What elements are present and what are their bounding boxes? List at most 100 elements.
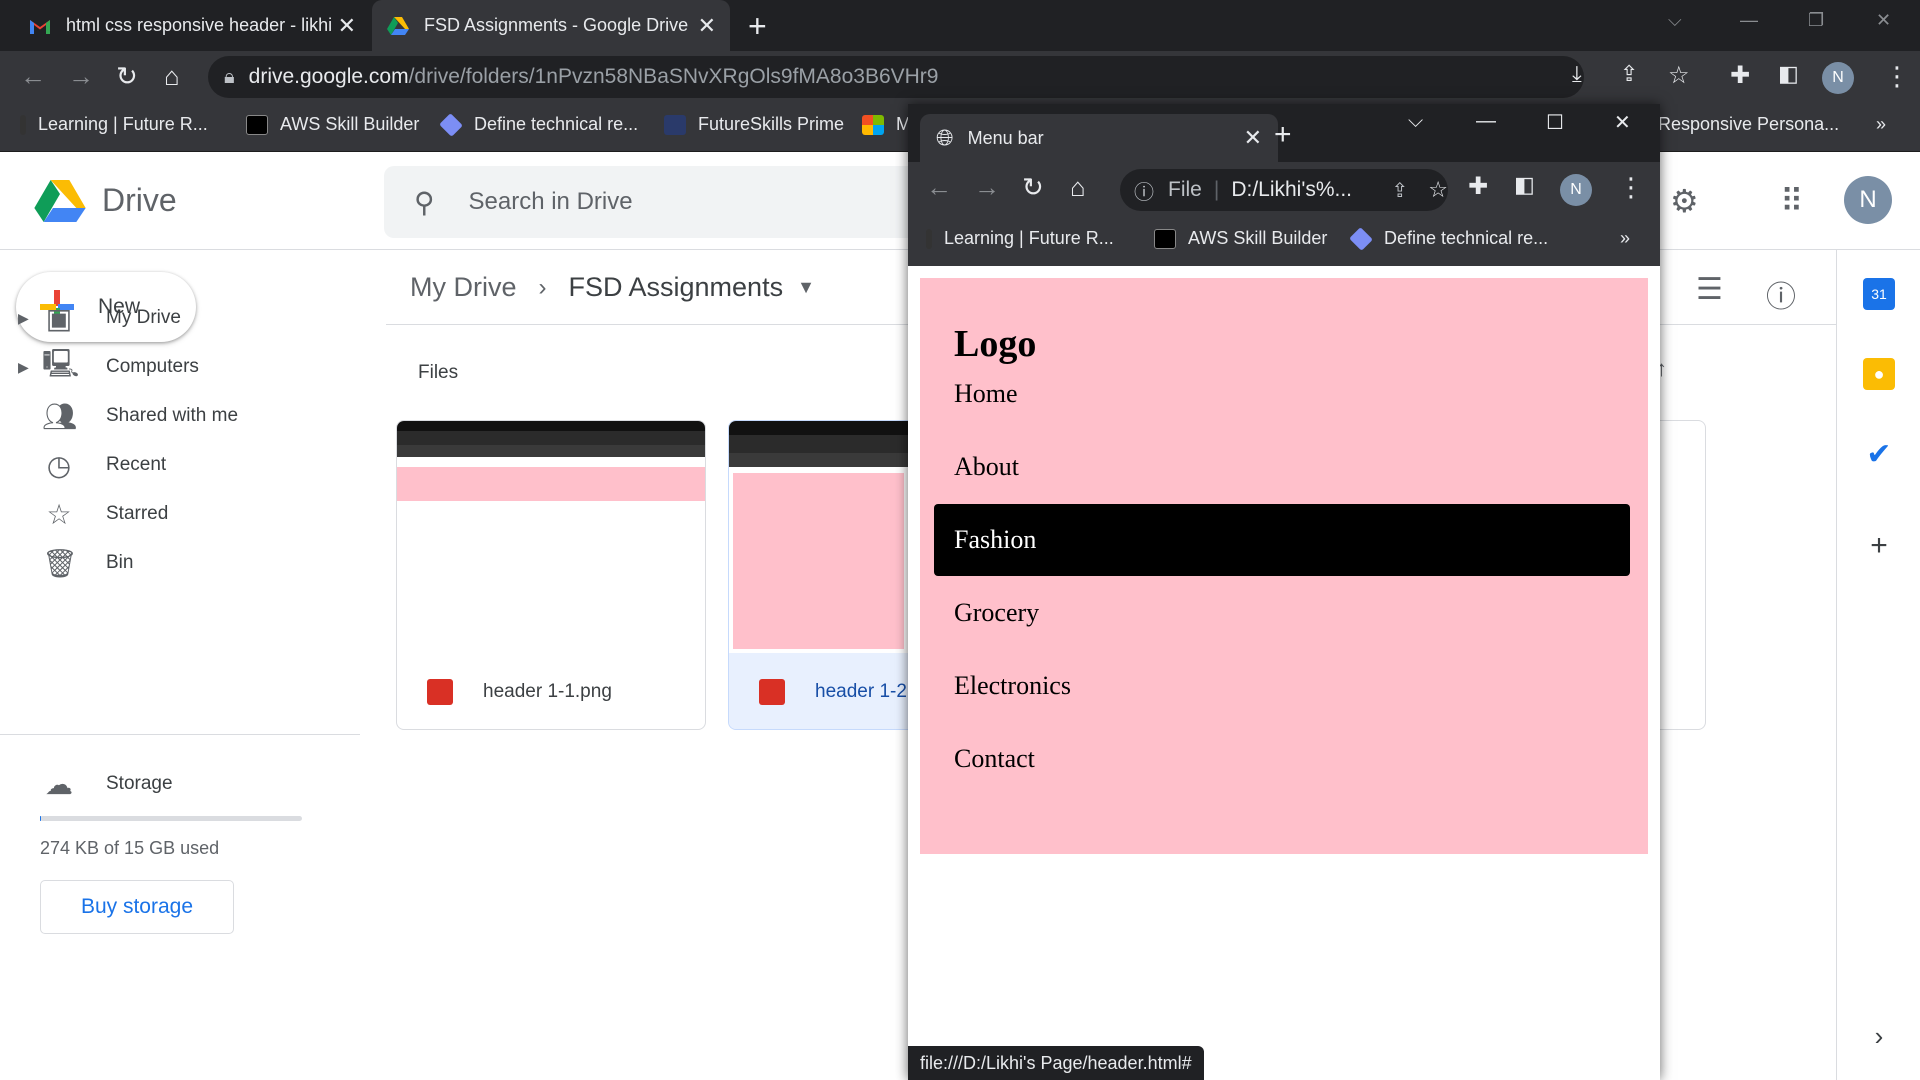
menu-item-home[interactable]: Home — [934, 358, 1630, 430]
bookmark-item[interactable]: AWS Skill Builder — [246, 114, 419, 135]
more-bookmarks-icon[interactable]: » — [1620, 228, 1630, 249]
info-icon: ⓘ — [1134, 181, 1154, 204]
minimize-icon[interactable]: — — [1740, 10, 1758, 31]
account-avatar[interactable]: N — [1844, 176, 1892, 224]
expand-caret-icon[interactable]: ▶ — [18, 359, 29, 376]
profile-avatar[interactable]: N — [1822, 62, 1854, 94]
extensions-icon[interactable]: ✚ — [1730, 61, 1750, 90]
search-icon[interactable]: ⚲ — [414, 186, 435, 219]
install-icon[interactable]: ⤓ — [1572, 61, 1582, 87]
bookmark-item[interactable]: Responsive Persona... — [1658, 114, 1839, 135]
close-window-icon[interactable]: ✕ — [1876, 10, 1891, 31]
bookmark-item[interactable]: Define technical re... — [439, 112, 638, 137]
forward-icon[interactable]: → — [68, 61, 94, 92]
forward-icon[interactable]: → — [974, 172, 1000, 203]
sidebar-item-recent[interactable]: ◷ Recent — [0, 441, 340, 489]
side-panel-icon[interactable]: ◧ — [1514, 172, 1535, 198]
bookmark-item[interactable]: Learning | Future R... — [20, 114, 208, 135]
file-meta: header 1-2 — [729, 653, 908, 729]
tab-drive[interactable]: FSD Assignments - Google Drive ✕ — [372, 0, 730, 51]
new-tab-icon[interactable]: + — [748, 8, 767, 45]
omnibox[interactable]: 🔒︎ drive.google.com/drive/folders/1nPvzn… — [208, 56, 1584, 98]
restore-icon[interactable]: ❐ — [1808, 10, 1824, 31]
breadcrumb-current[interactable]: FSD Assignments — [569, 272, 784, 303]
list-view-icon[interactable]: ☰ — [1696, 272, 1723, 307]
reload-icon[interactable]: ↻ — [116, 61, 138, 92]
menu-item-electronics[interactable]: Electronics — [934, 650, 1630, 722]
share-icon[interactable]: ⇪ — [1620, 61, 1638, 87]
sidebar-item-my-drive[interactable]: ▶ ▣ My Drive — [0, 294, 340, 342]
popup-omnibox[interactable]: ⓘ File | D:/Likhi's%... ⇪ ☆ — [1120, 169, 1448, 211]
chevron-right-icon[interactable]: › — [1863, 1020, 1895, 1052]
menu-item-contact[interactable]: Contact — [934, 723, 1630, 795]
tab-search-icon[interactable]: ⌵ — [1668, 10, 1682, 31]
keep-icon[interactable]: ● — [1863, 358, 1895, 390]
sidebar-item-bin[interactable]: 🗑︎ Bin — [0, 539, 340, 587]
url-scheme: File — [1168, 178, 1202, 201]
profile-avatar[interactable]: N — [1560, 174, 1592, 206]
bookmark-star-icon[interactable]: ☆ — [1668, 61, 1690, 90]
buy-storage-button[interactable]: Buy storage — [40, 880, 234, 934]
home-icon[interactable]: ⌂ — [164, 61, 180, 92]
tab-search-icon[interactable]: ⌵ — [1408, 110, 1423, 133]
minimize-icon[interactable]: — — [1476, 110, 1496, 133]
menu-dots-icon[interactable]: ⋮ — [1884, 61, 1910, 92]
share-icon[interactable]: ⇪ — [1392, 178, 1409, 203]
bookmark-item[interactable]: Define technical re... — [1349, 226, 1549, 251]
expand-caret-icon[interactable]: ▶ — [18, 310, 29, 327]
bookmark-label: AWS Skill Builder — [1188, 228, 1328, 248]
bookmark-item[interactable]: M — [862, 114, 911, 135]
tab-title: FSD Assignments - Google Drive — [424, 15, 689, 35]
menu-dots-icon[interactable]: ⋮ — [1618, 172, 1644, 203]
bookmark-label: Define technical re... — [1384, 228, 1549, 248]
more-bookmarks-icon[interactable]: » — [1876, 114, 1886, 135]
bookmark-label: Learning | Future R... — [38, 114, 208, 134]
info-icon[interactable]: ⓘ — [1766, 272, 1796, 316]
file-card[interactable]: header 1-1.png — [396, 420, 706, 730]
gem-icon — [439, 112, 463, 137]
menu-item-fashion[interactable]: Fashion — [934, 504, 1630, 576]
bookmark-item[interactable]: FutureSkills Prime — [664, 114, 844, 135]
add-addon-icon[interactable]: + — [1863, 529, 1895, 562]
calendar-icon[interactable]: 31 — [1863, 278, 1895, 310]
tab-gmail[interactable]: html css responsive header - likhi ✕ — [14, 0, 370, 51]
tab-menu-bar[interactable]: 🌐︎ Menu bar ✕ — [920, 114, 1278, 162]
sidebar-divider — [0, 734, 360, 735]
breadcrumb-my-drive[interactable]: My Drive — [410, 272, 517, 303]
close-icon[interactable]: ✕ — [698, 13, 716, 39]
futureskills-icon — [664, 114, 686, 135]
file-meta: header 1-1.png — [397, 653, 705, 729]
close-icon[interactable]: ✕ — [338, 13, 356, 39]
tasks-icon[interactable]: ✔ — [1863, 438, 1895, 471]
menu-item-grocery[interactable]: Grocery — [934, 577, 1630, 649]
bookmark-item[interactable]: Learning | Future R... — [926, 228, 1114, 249]
separator: | — [1213, 178, 1220, 201]
menu-item-about[interactable]: About — [934, 431, 1630, 503]
settings-gear-icon[interactable]: ⚙ — [1670, 182, 1699, 220]
sidebar-item-shared[interactable]: 👥︎ Shared with me — [0, 392, 340, 440]
sidebar-item-computers[interactable]: ▶ 🖳︎ Computers — [0, 343, 340, 391]
close-icon[interactable]: ✕ — [1244, 125, 1262, 151]
menu-bar: Logo Home About Fashion Grocery Electron… — [920, 278, 1648, 854]
side-panel-icon[interactable]: ◧ — [1778, 61, 1799, 87]
file-card[interactable]: header 1-2 — [728, 420, 908, 730]
back-icon[interactable]: ← — [926, 172, 952, 203]
close-window-icon[interactable]: ✕ — [1614, 110, 1631, 135]
home-icon[interactable]: ⌂ — [1070, 172, 1086, 203]
bookmark-label: AWS Skill Builder — [280, 114, 420, 134]
browser-tabstrip: html css responsive header - likhi ✕ FSD… — [0, 0, 1920, 51]
reload-icon[interactable]: ↻ — [1022, 172, 1044, 203]
sidebar-item-storage[interactable]: ☁ Storage — [0, 760, 340, 808]
new-tab-icon[interactable]: + — [1274, 118, 1292, 152]
bookmark-star-icon[interactable]: ☆ — [1428, 177, 1448, 203]
back-icon[interactable]: ← — [20, 61, 46, 92]
maximize-icon[interactable]: ☐ — [1546, 110, 1564, 135]
storage-bar-fill — [40, 816, 42, 821]
extensions-icon[interactable]: ✚ — [1468, 172, 1488, 201]
tab-title: Menu bar — [967, 127, 1044, 148]
chevron-down-icon[interactable]: ▼ — [797, 277, 815, 298]
aws-icon — [246, 114, 268, 135]
apps-grid-icon[interactable]: ⠿ — [1780, 182, 1803, 220]
bookmark-item[interactable]: AWS Skill Builder — [1154, 228, 1327, 249]
sidebar-item-starred[interactable]: ☆ Starred — [0, 490, 340, 538]
